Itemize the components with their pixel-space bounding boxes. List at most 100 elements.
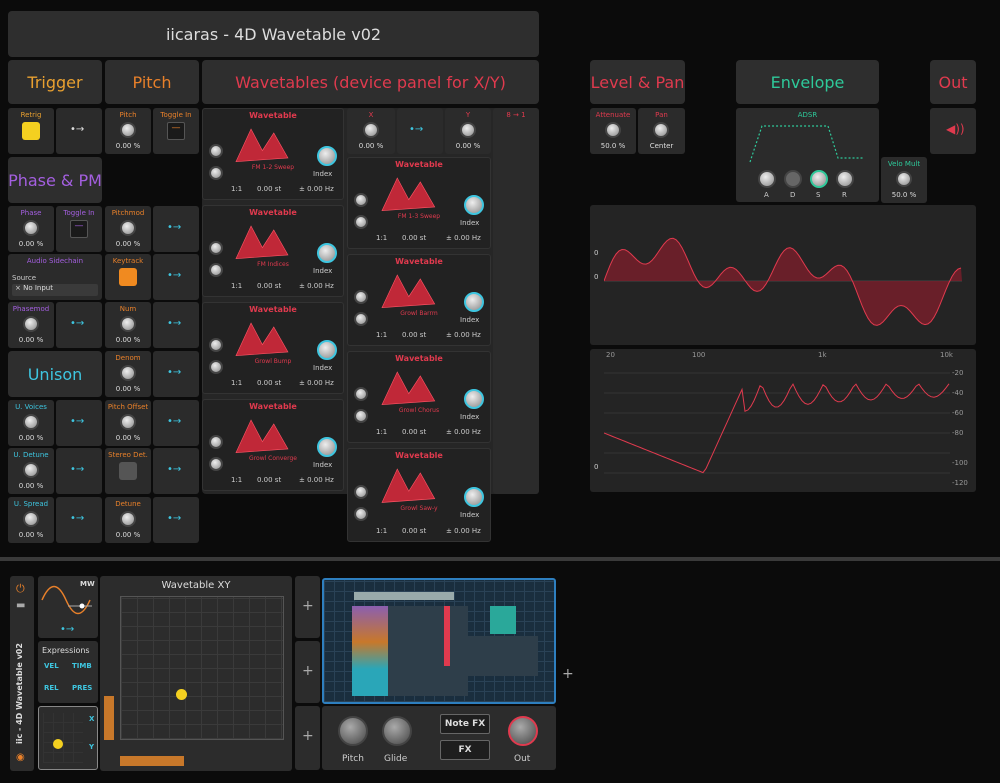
offset-module: Pitch Offset 0.00 %	[105, 400, 151, 446]
phase-module: Phase 0.00 %	[8, 206, 54, 252]
pitch-macro-knob[interactable]	[338, 716, 368, 746]
macro-panel: Pitch Glide Note FX FX Out	[322, 706, 556, 770]
add-device-icon[interactable]: +	[562, 666, 574, 682]
attack-knob[interactable]	[758, 170, 776, 188]
folder-icon[interactable]: ▬	[16, 600, 25, 611]
attenuate-module: Attenuate 50.0 %	[590, 108, 636, 154]
sustain-knob[interactable]	[810, 170, 828, 188]
pitch-toggle-button[interactable]: —	[167, 122, 185, 140]
grid-block-red	[444, 606, 450, 666]
index-knob[interactable]	[464, 388, 484, 409]
pitch-knob[interactable]	[120, 122, 136, 138]
wavetable-knob[interactable]	[209, 457, 223, 472]
attenuate-knob[interactable]	[605, 122, 621, 138]
wavetable-knob[interactable]	[354, 215, 368, 230]
out-macro-knob[interactable]	[508, 716, 538, 746]
phase-toggle-button[interactable]: —	[70, 220, 88, 238]
wavetable-knob[interactable]	[354, 289, 368, 304]
x-knob[interactable]	[363, 122, 379, 138]
panel-divider	[0, 557, 1000, 561]
header-envelope: Envelope	[736, 60, 879, 104]
out-arrow-icon: •→	[70, 318, 85, 329]
note-fx-button[interactable]: Note FX	[440, 714, 490, 734]
num-out: •→	[153, 302, 199, 348]
add-slot-3[interactable]: +	[295, 706, 320, 770]
glide-knob[interactable]	[382, 716, 412, 746]
wavetable-module: Wavetable FM Indices Index 1:1 0.00 st ±…	[202, 205, 344, 297]
det2-out: •→	[153, 497, 199, 543]
wavetable-knob[interactable]	[209, 337, 223, 352]
spectrum-x-tick: 10k	[940, 351, 953, 359]
y-module: Y 0.00 %	[445, 108, 491, 154]
stereo-button[interactable]	[119, 462, 137, 480]
out-arrow-icon: •→	[167, 318, 182, 329]
wavetable-knob[interactable]	[354, 386, 368, 401]
velo-knob[interactable]	[896, 171, 912, 187]
velo-module: Velo Mult 50.0 %	[881, 157, 927, 203]
wavetable-module: Wavetable Growl Barrm Index 1:1 0.00 st …	[347, 254, 491, 346]
keytrack-button[interactable]	[119, 268, 137, 286]
record-icon[interactable]: ◉	[16, 752, 25, 763]
index-knob[interactable]	[464, 194, 484, 215]
index-knob[interactable]	[464, 291, 484, 312]
speaker-icon: ◀))	[946, 122, 965, 136]
wavetable-knob[interactable]	[209, 240, 223, 255]
mini-xy-pad[interactable]	[43, 713, 83, 763]
y-knob[interactable]	[460, 122, 476, 138]
wavetable-knob[interactable]	[209, 263, 223, 278]
grid-preview[interactable]	[322, 578, 556, 704]
wavetable-knob[interactable]	[354, 507, 368, 522]
wavetable-knob[interactable]	[354, 484, 368, 499]
spectrum-y-tick: -80	[952, 429, 964, 437]
phase-knob[interactable]	[23, 220, 39, 236]
decay-knob[interactable]	[784, 170, 802, 188]
denom-knob[interactable]	[120, 365, 136, 381]
keytrack-module: Keytrack	[105, 254, 151, 300]
pan-knob[interactable]	[653, 122, 669, 138]
num-knob[interactable]	[120, 316, 136, 332]
oscilloscope: 0 0	[590, 205, 976, 345]
offset-knob[interactable]	[120, 414, 136, 430]
wavetable-knob[interactable]	[354, 409, 368, 424]
x-module: X 0.00 %	[347, 108, 395, 154]
detune-knob[interactable]	[23, 462, 39, 478]
wavetable-knob[interactable]	[354, 192, 368, 207]
index-knob[interactable]	[317, 242, 337, 263]
fx-button[interactable]: FX	[440, 740, 490, 760]
sidechain-source-select[interactable]: × No Input	[12, 284, 98, 296]
wavetable-module: Wavetable Growl Converge Index 1:1 0.00 …	[202, 399, 344, 491]
wavetable-knob[interactable]	[209, 360, 223, 375]
retrig-button[interactable]	[22, 122, 40, 140]
header-level: Level & Pan	[590, 60, 685, 104]
detune-module: U. Detune 0.00 %	[8, 448, 54, 494]
xy-pad[interactable]	[120, 596, 284, 740]
spread-knob[interactable]	[23, 511, 39, 527]
wavetable-3d-graphic	[381, 468, 435, 503]
add-slot-2[interactable]: +	[295, 641, 320, 703]
xy-dot[interactable]	[176, 689, 187, 700]
out-arrow-icon: •→	[167, 416, 182, 427]
index-knob[interactable]	[317, 436, 337, 457]
add-slot-1[interactable]: +	[295, 576, 320, 638]
det2-knob[interactable]	[120, 511, 136, 527]
scope-wave	[604, 237, 962, 326]
selector-module: 8 → 1	[493, 108, 539, 494]
grid-block-pitch	[352, 606, 388, 696]
pitch-module: Pitch 0.00 %	[105, 108, 151, 154]
voices-out: •→	[56, 400, 102, 446]
index-knob[interactable]	[317, 145, 337, 166]
denom-out: •→	[153, 351, 199, 397]
index-knob[interactable]	[317, 339, 337, 360]
wavetable-knob[interactable]	[209, 143, 223, 158]
phasemod-knob[interactable]	[23, 316, 39, 332]
wavetable-knob[interactable]	[354, 312, 368, 327]
wavetable-knob[interactable]	[209, 166, 223, 181]
release-knob[interactable]	[836, 170, 854, 188]
pitchmod-knob[interactable]	[120, 220, 136, 236]
adsr-curve	[749, 125, 864, 163]
power-icon[interactable]: ⏻	[16, 582, 25, 596]
header-unison: Unison	[8, 351, 102, 397]
index-knob[interactable]	[464, 486, 484, 507]
wavetable-knob[interactable]	[209, 434, 223, 449]
voices-knob[interactable]	[23, 414, 39, 430]
